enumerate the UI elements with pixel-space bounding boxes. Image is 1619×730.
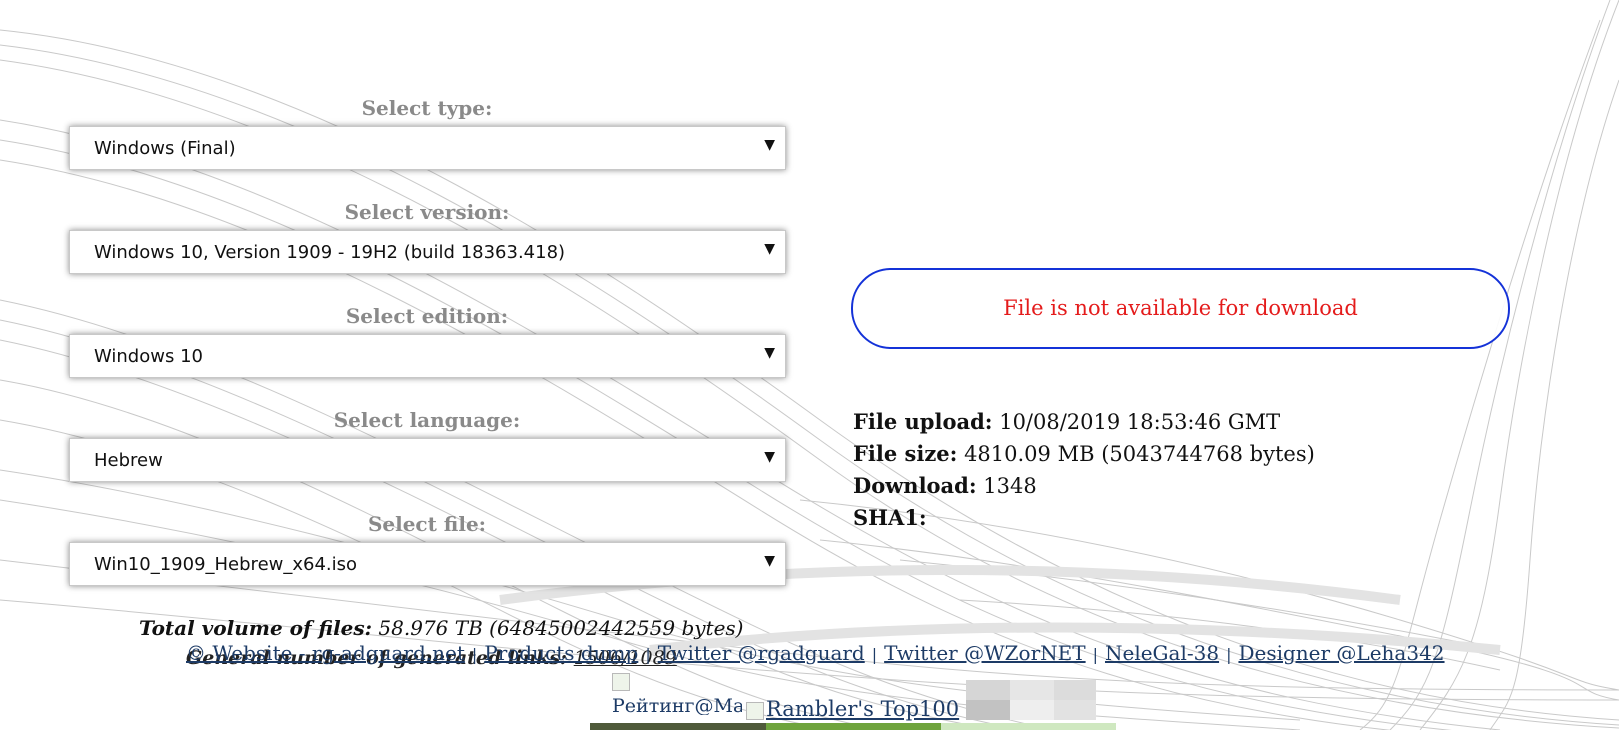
chevron-down-icon: ▼ xyxy=(764,345,775,361)
footer-links: © Website - rg-adguard.net | Products dump… xyxy=(186,641,1445,665)
select-file-dropdown[interactable]: Win10_1909_Hebrew_x64.iso ▼ xyxy=(69,542,786,586)
file-upload-value: 10/08/2019 18:53:46 GMT xyxy=(999,410,1281,434)
broken-image-icon xyxy=(612,673,630,691)
file-upload-label: File upload: xyxy=(853,409,993,434)
footer-link-twitter-wzornet[interactable]: Twitter @WZorNET xyxy=(884,641,1085,665)
total-volume-value: 58.976 TB (64845002442559 bytes) xyxy=(378,616,744,640)
hit-counter-image xyxy=(966,680,1096,720)
select-language-dropdown[interactable]: Hebrew ▼ xyxy=(69,438,786,482)
download-count-value: 1348 xyxy=(983,474,1037,498)
file-size-label: File size: xyxy=(853,441,958,466)
select-file-value: Win10_1909_Hebrew_x64.iso xyxy=(94,554,358,575)
footer-separator: | xyxy=(471,645,478,664)
select-type-dropdown[interactable]: Windows (Final) ▼ xyxy=(69,126,786,170)
select-type-value: Windows (Final) xyxy=(94,138,236,159)
select-edition-label: Select edition: xyxy=(345,304,509,328)
rambler-top100-link[interactable]: Rambler's Top100 xyxy=(746,697,959,721)
footer-link-website[interactable]: © Website - rg-adguard.net xyxy=(186,641,465,665)
rating-mail-counter[interactable]: Рейтинг@Mail.ru xyxy=(612,673,742,715)
select-edition-value: Windows 10 xyxy=(94,346,203,367)
select-language-label: Select language: xyxy=(333,408,521,432)
file-size-value: 4810.09 MB (5043744768 bytes) xyxy=(964,442,1315,466)
rambler-alt-text: Rambler's Top100 xyxy=(766,697,960,721)
file-upload-info: File upload: 10/08/2019 18:53:46 GMT xyxy=(853,409,1280,434)
download-count-label: Download: xyxy=(853,473,977,498)
counter-strip xyxy=(590,723,1116,730)
select-language-value: Hebrew xyxy=(94,450,163,471)
select-version-value: Windows 10, Version 1909 - 19H2 (build 1… xyxy=(94,242,566,263)
footer-separator: | xyxy=(1226,645,1232,664)
file-size-info: File size: 4810.09 MB (5043744768 bytes) xyxy=(853,441,1315,466)
total-volume-label: Total volume of files: xyxy=(139,616,373,640)
broken-image-icon xyxy=(746,701,764,720)
chevron-down-icon: ▼ xyxy=(764,449,775,465)
footer-separator: | xyxy=(645,645,651,664)
select-file-label: Select file: xyxy=(367,512,487,536)
select-edition-dropdown[interactable]: Windows 10 ▼ xyxy=(69,334,786,378)
chevron-down-icon: ▼ xyxy=(764,553,775,569)
footer-link-twitter-rgadguard[interactable]: Twitter @rgadguard xyxy=(658,641,865,665)
sha1-label: SHA1: xyxy=(853,505,927,530)
select-version-label: Select version: xyxy=(344,200,510,224)
footer-link-products-dump[interactable]: Products dump xyxy=(484,641,638,665)
chevron-down-icon: ▼ xyxy=(764,241,775,257)
select-version-dropdown[interactable]: Windows 10, Version 1909 - 19H2 (build 1… xyxy=(69,230,786,274)
download-status-message: File is not available for download xyxy=(851,268,1510,349)
footer-separator: | xyxy=(1092,645,1098,664)
sha1-info: SHA1: xyxy=(853,505,927,530)
footer-link-nelegal[interactable]: NeleGal-38 xyxy=(1105,641,1219,665)
rating-mail-alt-text: Рейтинг@Mail.ru xyxy=(612,695,742,715)
footer-separator: | xyxy=(871,645,878,664)
download-count-info: Download: 1348 xyxy=(853,473,1037,498)
footer-link-designer[interactable]: Designer @Leha342 xyxy=(1238,641,1444,665)
select-type-label: Select type: xyxy=(361,96,493,120)
total-volume: Total volume of files: 58.976 TB (648450… xyxy=(139,616,743,640)
chevron-down-icon: ▼ xyxy=(764,137,775,153)
